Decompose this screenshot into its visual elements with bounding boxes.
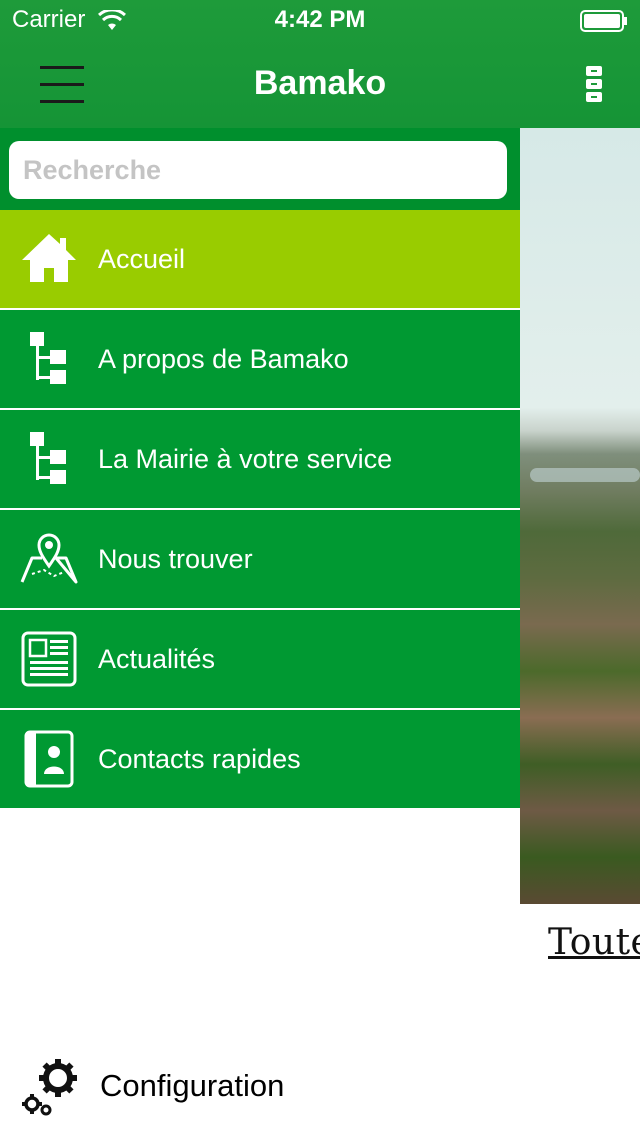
menu-item-label: Contacts rapides [98,744,301,774]
status-bar: Carrier 4:42 PM [0,0,640,40]
menu-item-nous-trouver[interactable]: Nous trouver [0,510,520,610]
menu-item-label: Accueil [98,244,186,274]
search-input[interactable] [9,141,507,199]
menu-item-label: A propos de Bamako [98,344,349,374]
contact-book-icon [24,730,74,788]
menu-item-label: Nous trouver [98,544,253,574]
battery-icon [580,10,627,32]
map-pin-icon [20,533,78,584]
menu-item-label: La Mairie à votre service [98,444,393,474]
configuration-label: Configuration [100,1068,285,1103]
home-icon [22,234,76,282]
background-caption: Toute l [548,922,640,963]
menu-item-mairie[interactable]: La Mairie à votre service [0,410,520,510]
menu-item-actualites[interactable]: Actualités [0,610,520,710]
gears-icon [22,1059,77,1116]
search-bar [0,128,520,210]
side-drawer: Accueil A propos de Bamako [0,128,520,1136]
menu-item-a-propos[interactable]: A propos de Bamako [0,310,520,410]
status-time: 4:42 PM [274,6,366,33]
options-icon[interactable] [580,64,608,104]
city-photo [520,128,640,904]
menu-item-label: Actualités [98,644,216,674]
nav-title: Bamako [253,64,387,102]
configuration-button[interactable]: Configuration [20,1056,420,1122]
menu-item-accueil[interactable]: Accueil [0,210,520,310]
nav-bar: Bamako [0,40,640,128]
sitemap-icon [30,332,66,384]
newspaper-icon [21,631,77,687]
sitemap-icon [30,432,66,484]
menu-item-contacts[interactable]: Contacts rapides [0,710,520,808]
menu-list: Accueil A propos de Bamako La Mairie à v… [0,210,520,808]
app-header: Carrier 4:42 PM Bamako [0,0,640,128]
